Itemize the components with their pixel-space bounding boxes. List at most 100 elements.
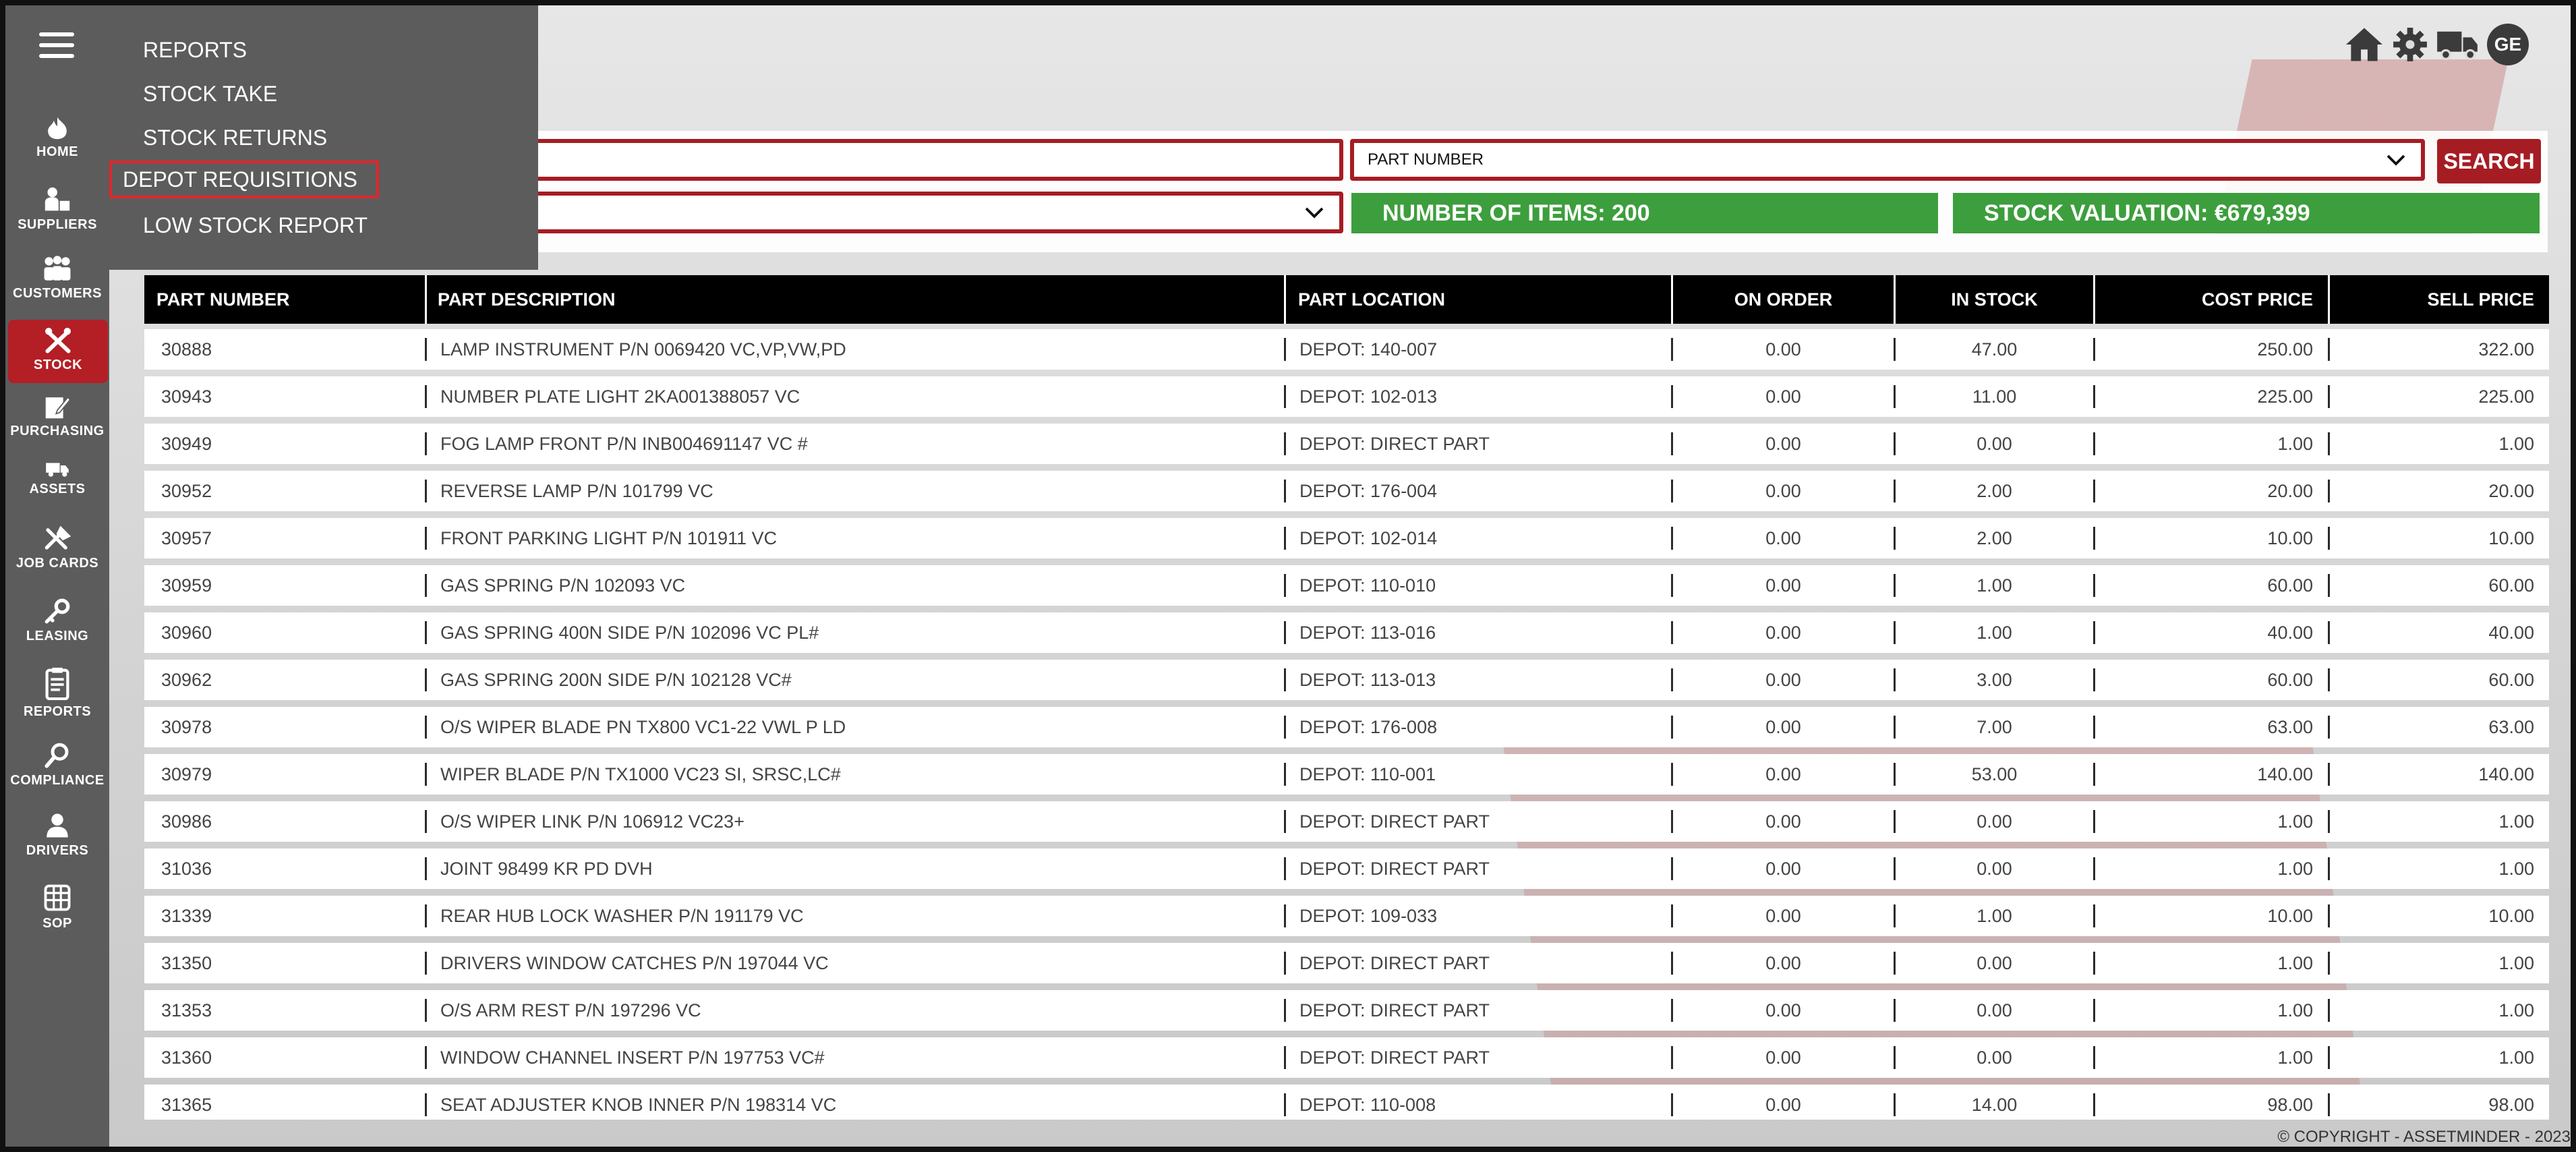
cell-on-order: 0.00 <box>1765 434 1801 454</box>
table-row[interactable]: 31036 JOINT 98499 KR PD DVH DEPOT: DIRECT … <box>144 848 2549 889</box>
cell-sell-price: 20.00 <box>2488 481 2534 501</box>
table-row[interactable]: 31350 DRIVERS WINDOW CATCHES P/N 197044 V… <box>144 943 2549 983</box>
gear-icon[interactable] <box>2393 27 2428 62</box>
sidebar-item-sop[interactable]: SOP <box>5 884 109 931</box>
cell-in-stock: 1.00 <box>1977 575 2012 596</box>
cell-sell-price: 1.00 <box>2498 1000 2534 1020</box>
cell-part-description: WIPER BLADE P/N TX1000 VC23 SI, SRSC,LC# <box>440 764 841 784</box>
sidebar-item-leasing[interactable]: LEASING <box>5 598 109 644</box>
cell-part-number: 30962 <box>161 670 212 690</box>
table-row[interactable]: 30960 GAS SPRING 400N SIDE P/N 102096 VC … <box>144 612 2549 653</box>
cell-cost-price: 40.00 <box>2267 623 2313 643</box>
column-header-cost-price[interactable]: COST PRICE <box>2093 275 2325 324</box>
cell-sell-price: 1.00 <box>2498 434 2534 454</box>
cell-on-order: 0.00 <box>1765 764 1801 784</box>
table-row[interactable]: 30978 O/S WIPER BLADE PN TX800 VC1-22 VWL… <box>144 707 2549 747</box>
cell-sell-price: 225.00 <box>2478 386 2534 407</box>
table-row[interactable]: 30949 FOG LAMP FRONT P/N INB004691147 VC … <box>144 424 2549 464</box>
table-row[interactable]: 30952 REVERSE LAMP P/N 101799 VC DEPOT: 17… <box>144 471 2549 511</box>
cell-on-order: 0.00 <box>1765 623 1801 643</box>
sidebar-item-compliance[interactable]: COMPLIANCE <box>5 742 109 788</box>
sidebar-item-purchasing[interactable]: PURCHASING <box>5 394 109 439</box>
search-field-select[interactable]: PART NUMBER <box>1350 139 2425 181</box>
cell-part-location: DEPOT: 176-004 <box>1299 481 1438 501</box>
menu-item-reports[interactable]: REPORTS <box>129 31 266 69</box>
cell-on-order: 0.00 <box>1765 481 1801 501</box>
cell-on-order: 0.00 <box>1765 906 1801 926</box>
table-row[interactable]: 31365 SEAT ADJUSTER KNOB INNER P/N 198314… <box>144 1085 2549 1120</box>
sidebar-item-customers[interactable]: CUSTOMERS <box>5 255 109 301</box>
truck-icon <box>46 463 69 477</box>
sidebar-item-label: JOB CARDS <box>16 556 99 571</box>
cell-in-stock: 11.00 <box>1972 386 2017 407</box>
table-row[interactable]: 30943 NUMBER PLATE LIGHT 2KA001388057 VC D… <box>144 376 2549 417</box>
menu-item-depot-requisitions[interactable]: DEPOT REQUISITIONS <box>109 161 379 198</box>
sidebar-item-drivers[interactable]: DRIVERS <box>5 812 109 859</box>
cell-sell-price: 10.00 <box>2488 906 2534 926</box>
cell-on-order: 0.00 <box>1765 953 1801 973</box>
table-row[interactable]: 30959 GAS SPRING P/N 102093 VC DEPOT: 110-… <box>144 565 2549 606</box>
cell-on-order: 0.00 <box>1765 528 1801 548</box>
sidebar-item-home[interactable]: HOME <box>5 115 109 160</box>
cell-part-number: 30986 <box>161 811 212 832</box>
cell-sell-price: 1.00 <box>2498 859 2534 879</box>
cell-part-number: 31353 <box>161 1000 212 1020</box>
sidebar-item-job-cards[interactable]: JOB CARDS <box>5 525 109 571</box>
cell-in-stock: 47.00 <box>1971 339 2018 359</box>
column-header-on-order[interactable]: ON ORDER <box>1671 275 1894 324</box>
hamburger-menu-icon[interactable] <box>39 32 74 62</box>
driver-icon <box>47 813 68 838</box>
table-row[interactable]: 30957 FRONT PARKING LIGHT P/N 101911 VC DE… <box>144 518 2549 558</box>
home-icon <box>48 117 67 140</box>
cell-part-description: FRONT PARKING LIGHT P/N 101911 VC <box>440 528 778 548</box>
sidebar-item-label: REPORTS <box>23 704 92 719</box>
chevron-down-icon <box>1305 207 1324 219</box>
sidebar-item-assets[interactable]: ASSETS <box>5 461 109 497</box>
cell-on-order: 0.00 <box>1765 1095 1801 1115</box>
search-button[interactable]: SEARCH <box>2437 139 2541 183</box>
sidebar-item-reports[interactable]: REPORTS <box>5 666 109 720</box>
cell-part-location: DEPOT: 102-014 <box>1299 528 1438 548</box>
sidebar-item-label: PURCHASING <box>10 424 105 438</box>
home-icon[interactable] <box>2344 26 2384 63</box>
cell-in-stock: 0.00 <box>1977 1000 2012 1020</box>
truck-icon[interactable] <box>2436 27 2479 62</box>
sidebar-item-stock[interactable]: STOCK <box>8 320 108 383</box>
cell-part-location: DEPOT: 109-033 <box>1299 906 1438 926</box>
column-header-part-description[interactable]: PART DESCRIPTION <box>425 275 1281 324</box>
cell-in-stock: 0.00 <box>1977 811 2012 832</box>
cell-cost-price: 60.00 <box>2267 575 2313 596</box>
table-row[interactable]: 31353 O/S ARM REST P/N 197296 VC DEPOT: DI… <box>144 990 2549 1031</box>
table-row[interactable]: 30962 GAS SPRING 200N SIDE P/N 102128 VC#… <box>144 660 2549 700</box>
menu-item-low-stock-report[interactable]: LOW STOCK REPORT <box>129 206 386 244</box>
table-row[interactable]: 31339 REAR HUB LOCK WASHER P/N 191179 VC D… <box>144 896 2549 936</box>
cell-part-location: DEPOT: DIRECT PART <box>1299 434 1490 454</box>
search-input[interactable] <box>504 139 1343 181</box>
column-header-part-location[interactable]: PART LOCATION <box>1284 275 1676 324</box>
table-row[interactable]: 30888 LAMP INSTRUMENT P/N 0069420 VC,VP,V… <box>144 329 2549 370</box>
table-row[interactable]: 31360 WINDOW CHANNEL INSERT P/N 197753 VC… <box>144 1037 2549 1078</box>
cell-cost-price: 1.00 <box>2277 1047 2313 1068</box>
depot-select[interactable] <box>504 192 1343 233</box>
column-header-part-number[interactable]: PART NUMBER <box>156 275 419 324</box>
cell-part-description: FOG LAMP FRONT P/N INB004691147 VC # <box>440 434 808 454</box>
cell-part-description: GAS SPRING P/N 102093 VC <box>440 575 686 596</box>
cell-sell-price: 1.00 <box>2498 1047 2534 1068</box>
cell-cost-price: 10.00 <box>2267 528 2313 548</box>
cell-on-order: 0.00 <box>1765 670 1801 690</box>
cell-part-number: 31350 <box>161 953 212 973</box>
cell-part-number: 30978 <box>161 717 212 737</box>
menu-item-stock-returns[interactable]: STOCK RETURNS <box>129 119 346 156</box>
cell-sell-price: 63.00 <box>2488 717 2534 737</box>
column-header-sell-price[interactable]: SELL PRICE <box>2328 275 2546 324</box>
column-header-in-stock[interactable]: IN STOCK <box>1894 275 2093 324</box>
cell-sell-price: 322.00 <box>2478 339 2534 359</box>
cell-part-number: 30943 <box>161 386 212 407</box>
user-avatar[interactable]: GE <box>2487 24 2529 65</box>
menu-item-stock-take[interactable]: STOCK TAKE <box>129 75 296 113</box>
cell-part-description: SEAT ADJUSTER KNOB INNER P/N 198314 VC <box>440 1095 837 1115</box>
table-row[interactable]: 30979 WIPER BLADE P/N TX1000 VC23 SI, SRS… <box>144 754 2549 795</box>
table-row[interactable]: 30986 O/S WIPER LINK P/N 106912 VC23+ DEPO… <box>144 801 2549 842</box>
sidebar-item-label: ASSETS <box>29 482 86 496</box>
sidebar-item-suppliers[interactable]: SUPPLIERS <box>5 186 109 233</box>
